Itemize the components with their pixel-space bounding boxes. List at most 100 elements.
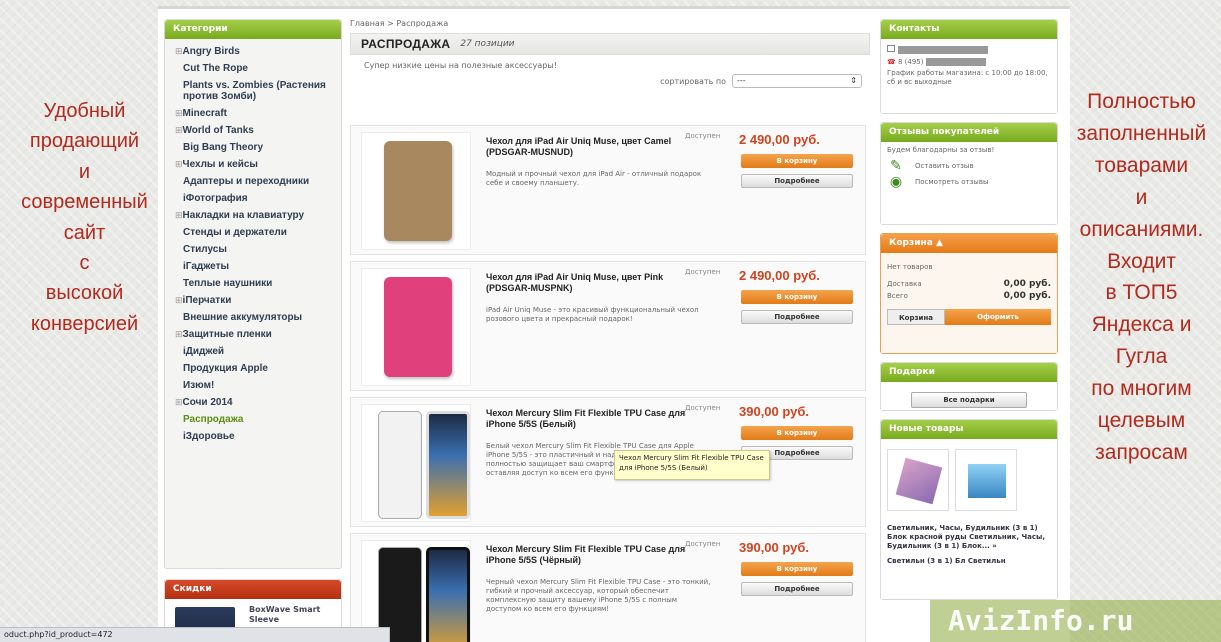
view-reviews-label: Посмотреть отзывы bbox=[915, 178, 989, 186]
category-item[interactable]: ⊞Накладки на клавиатуру bbox=[175, 210, 335, 221]
view-reviews-link[interactable]: ◉ Посмотреть отзывы bbox=[887, 175, 1051, 189]
expand-plus-icon[interactable]: ⊞ bbox=[175, 329, 183, 339]
phone-prefix: 8 (495) bbox=[897, 58, 924, 66]
category-item[interactable]: ⊞Сочи 2014 bbox=[175, 397, 335, 408]
category-item[interactable]: Продукция Apple bbox=[175, 363, 335, 374]
category-item[interactable]: iЗдоровье bbox=[175, 431, 335, 442]
new-item-text-2[interactable]: Светильн (3 в 1) Бл Светильн bbox=[887, 557, 1051, 566]
categories-header: Категории bbox=[165, 20, 341, 39]
product-name[interactable]: Чехол Mercury Slim Fit Flexible TPU Case… bbox=[486, 408, 686, 430]
details-button[interactable]: Подробнее bbox=[741, 582, 853, 596]
category-item[interactable]: ⊞Защитные пленки bbox=[175, 329, 335, 340]
add-to-cart-button[interactable]: В корзину bbox=[741, 426, 853, 440]
right-caption-line: Полностью bbox=[1087, 90, 1196, 113]
items-count: 27 позиции bbox=[460, 39, 515, 49]
new-item-thumb-2[interactable] bbox=[955, 449, 1017, 511]
add-to-cart-button[interactable]: В корзину bbox=[741, 154, 853, 168]
product-image[interactable] bbox=[361, 132, 471, 250]
category-label: Plants vs. Zombies (Растения против Зомб… bbox=[183, 80, 326, 102]
cart-header[interactable]: Корзина ▲ bbox=[881, 234, 1057, 253]
expand-plus-icon[interactable]: ⊞ bbox=[175, 125, 183, 135]
expand-plus-icon[interactable]: ⊞ bbox=[175, 397, 183, 407]
left-caption-line: конверсией bbox=[30, 312, 139, 335]
category-item[interactable]: iФотография bbox=[175, 193, 335, 204]
phone-screen bbox=[426, 547, 470, 642]
cart-button[interactable]: Корзина bbox=[887, 309, 945, 325]
contacts-header: Контакты bbox=[881, 20, 1057, 39]
checkout-button[interactable]: Оформить bbox=[945, 309, 1051, 325]
left-caption-line: современный bbox=[21, 191, 148, 214]
category-label: Теплые наушники bbox=[183, 278, 273, 289]
right-caption-line: целевым bbox=[1097, 409, 1186, 433]
category-label: Angry Birds bbox=[182, 46, 240, 57]
gifts-box: Подарки Все подарки bbox=[880, 362, 1058, 411]
category-item[interactable]: ⊞Чехлы и кейсы bbox=[175, 159, 335, 170]
right-column: Контакты ☎ 8 (495) График работы магазин… bbox=[880, 19, 1058, 608]
right-caption-line: Яндекса и bbox=[1091, 313, 1192, 337]
category-item[interactable]: Plants vs. Zombies (Растения против Зомб… bbox=[175, 80, 335, 102]
add-to-cart-button[interactable]: В корзину bbox=[741, 290, 853, 304]
left-column: Категории ⊞Angry Birds Cut The Rope Plants… bbox=[164, 19, 342, 642]
sort-value: --- bbox=[737, 76, 746, 85]
sale-header: Скидки bbox=[165, 580, 341, 599]
expand-plus-icon[interactable]: ⊞ bbox=[175, 210, 183, 220]
details-button[interactable]: Подробнее bbox=[741, 310, 853, 324]
new-item-text-1[interactable]: Светильник, Часы, Будильник (3 в 1) Блок… bbox=[887, 524, 1051, 551]
redacted-phone bbox=[925, 58, 986, 66]
total-row: Всего 0,00 руб. bbox=[887, 292, 1051, 301]
expand-plus-icon[interactable]: ⊞ bbox=[175, 295, 183, 305]
details-button[interactable]: Подробнее bbox=[741, 174, 853, 188]
category-label: Сочи 2014 bbox=[182, 397, 233, 408]
browser-status-bar: oduct.php?id_product=472 bbox=[0, 627, 390, 642]
category-item[interactable]: iГаджеты bbox=[175, 261, 335, 272]
product-name[interactable]: Чехол для iPad Air Uniq Muse, цвет Pink … bbox=[486, 272, 686, 294]
product-card: Чехол для iPad Air Uniq Muse, цвет Camel… bbox=[350, 125, 866, 255]
sort-select[interactable]: --- ⇕ bbox=[732, 74, 862, 88]
title-bar: РАСПРОДАЖА 27 позиции bbox=[350, 33, 870, 55]
product-name[interactable]: Чехол для iPad Air Uniq Muse, цвет Camel… bbox=[486, 136, 686, 158]
expand-plus-icon[interactable]: ⊞ bbox=[175, 46, 183, 56]
category-label: Адаптеры и переходники bbox=[183, 176, 310, 187]
category-item[interactable]: ⊞World of Tanks bbox=[175, 125, 335, 136]
category-item[interactable]: Изюм! bbox=[175, 380, 335, 391]
reviews-box: Отзывы покупателей Будем благодарны за о… bbox=[880, 122, 1058, 225]
category-label: World of Tanks bbox=[182, 125, 254, 136]
leave-review-link[interactable]: ✎ Оставить отзыв bbox=[887, 159, 1051, 173]
category-item[interactable]: Cut The Rope bbox=[175, 63, 335, 74]
category-item[interactable]: Стилусы bbox=[175, 244, 335, 255]
right-caption-line: по многим bbox=[1091, 377, 1192, 401]
select-arrow-icon: ⇕ bbox=[850, 76, 857, 85]
product-name[interactable]: Чехол Mercury Slim Fit Flexible TPU Case… bbox=[486, 544, 686, 566]
category-item[interactable]: iДиджей bbox=[175, 346, 335, 357]
category-item[interactable]: Стенды и держатели bbox=[175, 227, 335, 238]
sale-product-name[interactable]: BoxWave Smart Sleeve bbox=[249, 605, 341, 625]
category-label: iГаджеты bbox=[183, 261, 230, 272]
categories-box: Категории ⊞Angry Birds Cut The Rope Plants… bbox=[164, 19, 342, 569]
category-label: Чехлы и кейсы bbox=[182, 159, 258, 170]
category-item[interactable]: Теплые наушники bbox=[175, 278, 335, 289]
right-caption-line: в ТОП5 bbox=[1105, 281, 1178, 305]
category-label: Распродажа bbox=[183, 414, 244, 425]
product-card: Чехол Mercury Slim Fit Flexible TPU Case… bbox=[350, 397, 866, 527]
category-item[interactable]: Внешние аккумуляторы bbox=[175, 312, 335, 323]
expand-plus-icon[interactable]: ⊞ bbox=[175, 108, 183, 118]
category-item[interactable]: ⊞Minecraft bbox=[175, 108, 335, 119]
breadcrumb[interactable]: Главная > Распродажа bbox=[350, 19, 870, 33]
product-price: 390,00 руб. bbox=[739, 404, 810, 419]
cart-buttons: Корзина Оформить bbox=[887, 309, 1051, 325]
category-item[interactable]: Адаптеры и переходники bbox=[175, 176, 335, 187]
category-item[interactable]: ⊞Angry Birds bbox=[175, 46, 335, 57]
delivery-value: 0,00 руб. bbox=[1003, 279, 1051, 289]
tablet-case-shape bbox=[384, 141, 452, 241]
category-item[interactable]: ⊞iПерчатки bbox=[175, 295, 335, 306]
expand-plus-icon[interactable]: ⊞ bbox=[175, 159, 183, 169]
new-item-thumb-1[interactable] bbox=[887, 449, 949, 511]
product-image[interactable] bbox=[361, 404, 471, 522]
category-label: Накладки на клавиатуру bbox=[182, 210, 305, 221]
all-gifts-button[interactable]: Все подарки bbox=[911, 392, 1027, 408]
shop-page: Категории ⊞Angry Birds Cut The Rope Plants… bbox=[158, 6, 1070, 642]
category-item[interactable]: Распродажа bbox=[175, 414, 335, 425]
add-to-cart-button[interactable]: В корзину bbox=[741, 562, 853, 576]
product-image[interactable] bbox=[361, 268, 471, 386]
category-item[interactable]: Big Bang Theory bbox=[175, 142, 335, 153]
